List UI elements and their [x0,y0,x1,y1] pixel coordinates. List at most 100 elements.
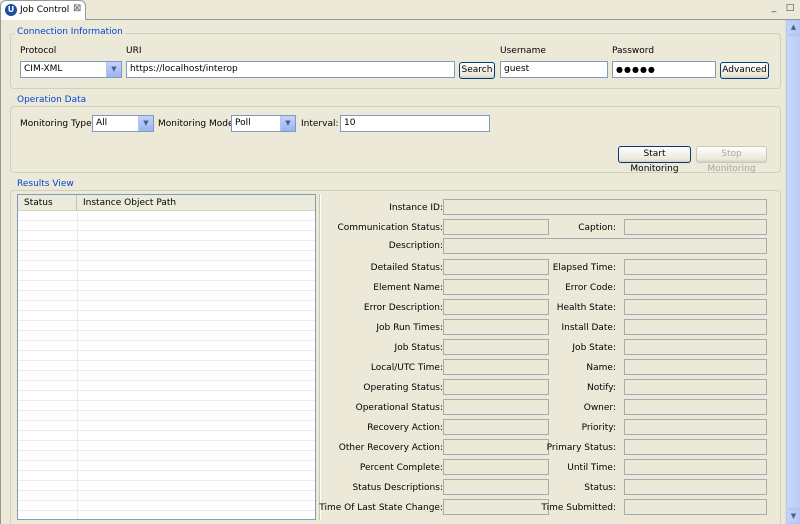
until-time-field [624,459,767,475]
element-name-label: Element Name: [373,283,443,293]
search-button[interactable]: Search [459,62,495,79]
install-date-field [624,319,767,335]
start-monitoring-button[interactable]: Start Monitoring [618,146,691,174]
tab-job-control[interactable]: U Job Control ⊠ [0,0,86,20]
description-field [443,238,767,254]
table-row[interactable] [18,411,315,421]
table-row[interactable] [18,291,315,301]
time-submitted-label: Time Submitted: [541,503,616,513]
interval-label: Interval: [301,119,339,129]
editor-tab-bar: U Job Control ⊠ _ □ [0,0,800,20]
interval-input[interactable]: 10 [340,115,490,132]
username-input[interactable]: guest [500,61,608,78]
scroll-thumb[interactable] [786,35,800,509]
password-input[interactable]: ●●●●● [612,61,716,78]
communication-status-label: Communication Status: [337,223,443,233]
chevron-down-icon[interactable]: ▼ [106,62,121,77]
communication-status-field [443,219,549,235]
table-row[interactable] [18,271,315,281]
chevron-down-icon[interactable]: ▼ [280,116,295,131]
notify-field [624,379,767,395]
details-panel: Instance ID: Communication Status: Capti… [319,194,780,520]
time-of-last-state-change-field [443,499,549,515]
table-row[interactable] [18,481,315,491]
table-row[interactable] [18,421,315,431]
uri-input[interactable]: https://localhost/interop [126,61,455,78]
percent-complete-label: Percent Complete: [359,463,443,473]
table-row[interactable] [18,351,315,361]
protocol-select[interactable]: CIM-XML ▼ [20,61,122,78]
chevron-down-icon[interactable]: ▼ [138,116,153,131]
table-row[interactable] [18,301,315,311]
other-recovery-action-field [443,439,549,455]
job-state-label: Job State: [572,343,616,353]
table-row[interactable] [18,221,315,231]
percent-complete-field [443,459,549,475]
table-row[interactable] [18,321,315,331]
table-row[interactable] [18,231,315,241]
stop-monitoring-button: Stop Monitoring [696,146,767,174]
table-row[interactable] [18,311,315,321]
monitoring-mode-value: Poll [235,118,251,128]
monitoring-type-value: All [96,118,108,128]
elapsed-time-field [624,259,767,275]
owner-field [624,399,767,415]
instance-id-field [443,199,767,215]
description-label: Description: [388,241,443,251]
close-icon[interactable]: ⊠ [73,3,81,14]
table-row[interactable] [18,281,315,291]
job-control-icon: U [5,4,17,16]
results-table[interactable]: Status Instance Object Path [17,194,316,520]
table-row[interactable] [18,401,315,411]
scroll-up-icon[interactable]: ▲ [786,20,800,35]
vertical-scrollbar[interactable]: ▲ ▼ [785,20,800,524]
error-code-label: Error Code: [565,283,616,293]
password-label: Password [612,46,655,56]
job-run-times-field [443,319,549,335]
table-row[interactable] [18,381,315,391]
table-row[interactable] [18,211,315,221]
table-row[interactable] [18,341,315,351]
local-utc-time-label: Local/UTC Time: [370,363,443,373]
table-row[interactable] [18,501,315,511]
operational-status-label: Operational Status: [355,403,443,413]
table-row[interactable] [18,461,315,471]
detailed-status-label: Detailed Status: [370,263,443,273]
time-of-last-state-change-label: Time Of Last State Change: [319,503,443,513]
error-description-field [443,299,549,315]
table-row[interactable] [18,491,315,501]
table-row[interactable] [18,441,315,451]
table-row[interactable] [18,251,315,261]
table-row[interactable] [18,261,315,271]
name-label: Name: [586,363,616,373]
maximize-icon[interactable]: □ [783,2,797,14]
health-state-label: Health State: [556,303,616,313]
table-row[interactable] [18,331,315,341]
table-row[interactable] [18,511,315,519]
advanced-button[interactable]: Advanced [720,62,769,79]
owner-label: Owner: [583,403,616,413]
time-submitted-field [624,499,767,515]
monitoring-type-label: Monitoring Type: [20,119,95,129]
status-field [624,479,767,495]
monitoring-mode-label: Monitoring Mode: [158,119,237,129]
column-header-instance-path[interactable]: Instance Object Path [77,195,315,211]
monitoring-type-select[interactable]: All ▼ [92,115,154,132]
scroll-down-icon[interactable]: ▼ [786,509,800,524]
column-header-status[interactable]: Status [18,195,77,211]
protocol-value: CIM-XML [24,64,63,74]
table-row[interactable] [18,241,315,251]
element-name-field [443,279,549,295]
minimize-icon[interactable]: _ [767,2,781,14]
job-status-label: Job Status: [394,343,443,353]
table-row[interactable] [18,371,315,381]
monitoring-mode-select[interactable]: Poll ▼ [231,115,296,132]
table-row[interactable] [18,361,315,371]
priority-label: Priority: [581,423,616,433]
table-row[interactable] [18,431,315,441]
table-row[interactable] [18,391,315,401]
elapsed-time-label: Elapsed Time: [552,263,616,273]
error-description-label: Error Description: [363,303,443,313]
table-row[interactable] [18,471,315,481]
table-row[interactable] [18,451,315,461]
